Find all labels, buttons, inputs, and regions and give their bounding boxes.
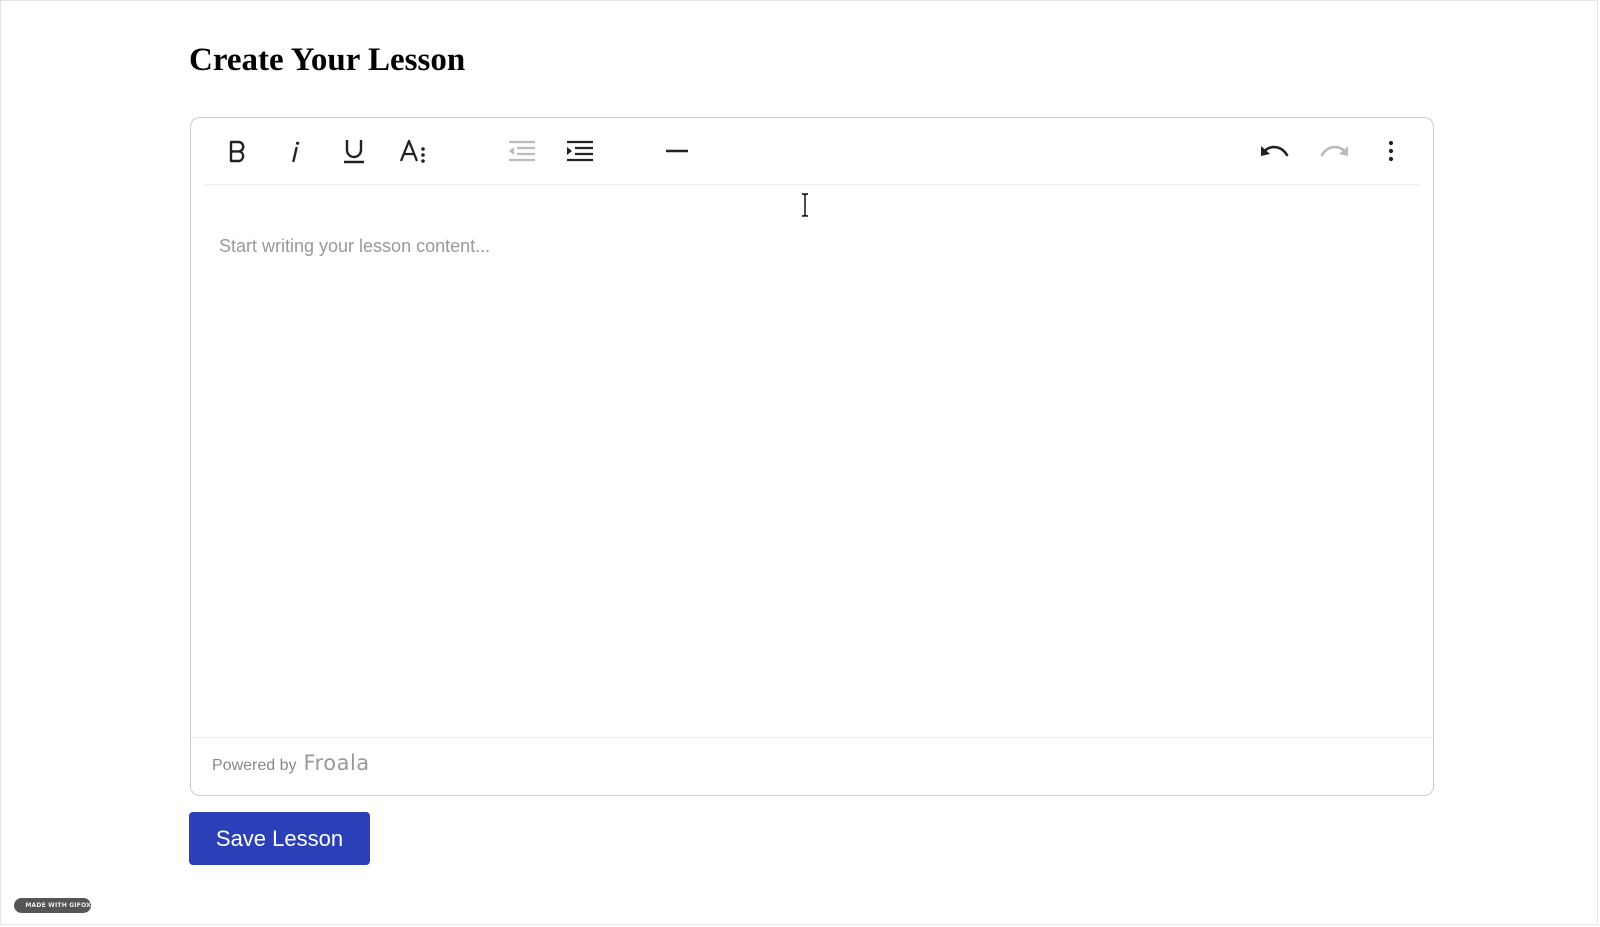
redo-button[interactable] <box>1313 131 1355 171</box>
gifox-watermark: MADE WITH GIFOX <box>14 898 91 913</box>
indent-icon <box>567 140 593 162</box>
text-cursor-icon <box>800 193 810 222</box>
outdent-button[interactable] <box>501 131 543 171</box>
rich-text-editor: Powered by Froala <box>190 117 1434 796</box>
editor-content-area[interactable] <box>191 185 1433 737</box>
vertical-dots-icon <box>1388 140 1394 162</box>
underline-icon <box>344 140 364 164</box>
gifox-label: MADE WITH GIFOX <box>25 902 91 909</box>
undo-icon <box>1261 145 1289 157</box>
editor-footer: Powered by Froala <box>191 737 1433 795</box>
save-lesson-button[interactable]: Save Lesson <box>189 812 370 865</box>
text-format-more-icon <box>399 139 425 163</box>
powered-by-label: Powered by <box>212 757 297 774</box>
powered-by-froala-link[interactable]: Powered by Froala <box>212 751 370 775</box>
outdent-icon <box>509 140 535 162</box>
froala-logo: Froala <box>303 751 370 775</box>
editor-toolbar <box>205 118 1419 185</box>
undo-button[interactable] <box>1254 131 1296 171</box>
lesson-content-input[interactable] <box>219 231 1399 261</box>
horizontal-line-button[interactable] <box>656 131 698 171</box>
underline-button[interactable] <box>333 131 375 171</box>
more-options-button[interactable] <box>1370 131 1412 171</box>
bold-icon <box>229 140 245 163</box>
bold-button[interactable] <box>216 131 258 171</box>
italic-button[interactable] <box>274 131 316 171</box>
italic-icon <box>292 141 300 163</box>
redo-icon <box>1320 145 1348 157</box>
page-title: Create Your Lesson <box>189 42 466 78</box>
indent-button[interactable] <box>559 131 601 171</box>
horizontal-line-icon <box>666 149 688 153</box>
text-format-more-button[interactable] <box>392 131 434 171</box>
